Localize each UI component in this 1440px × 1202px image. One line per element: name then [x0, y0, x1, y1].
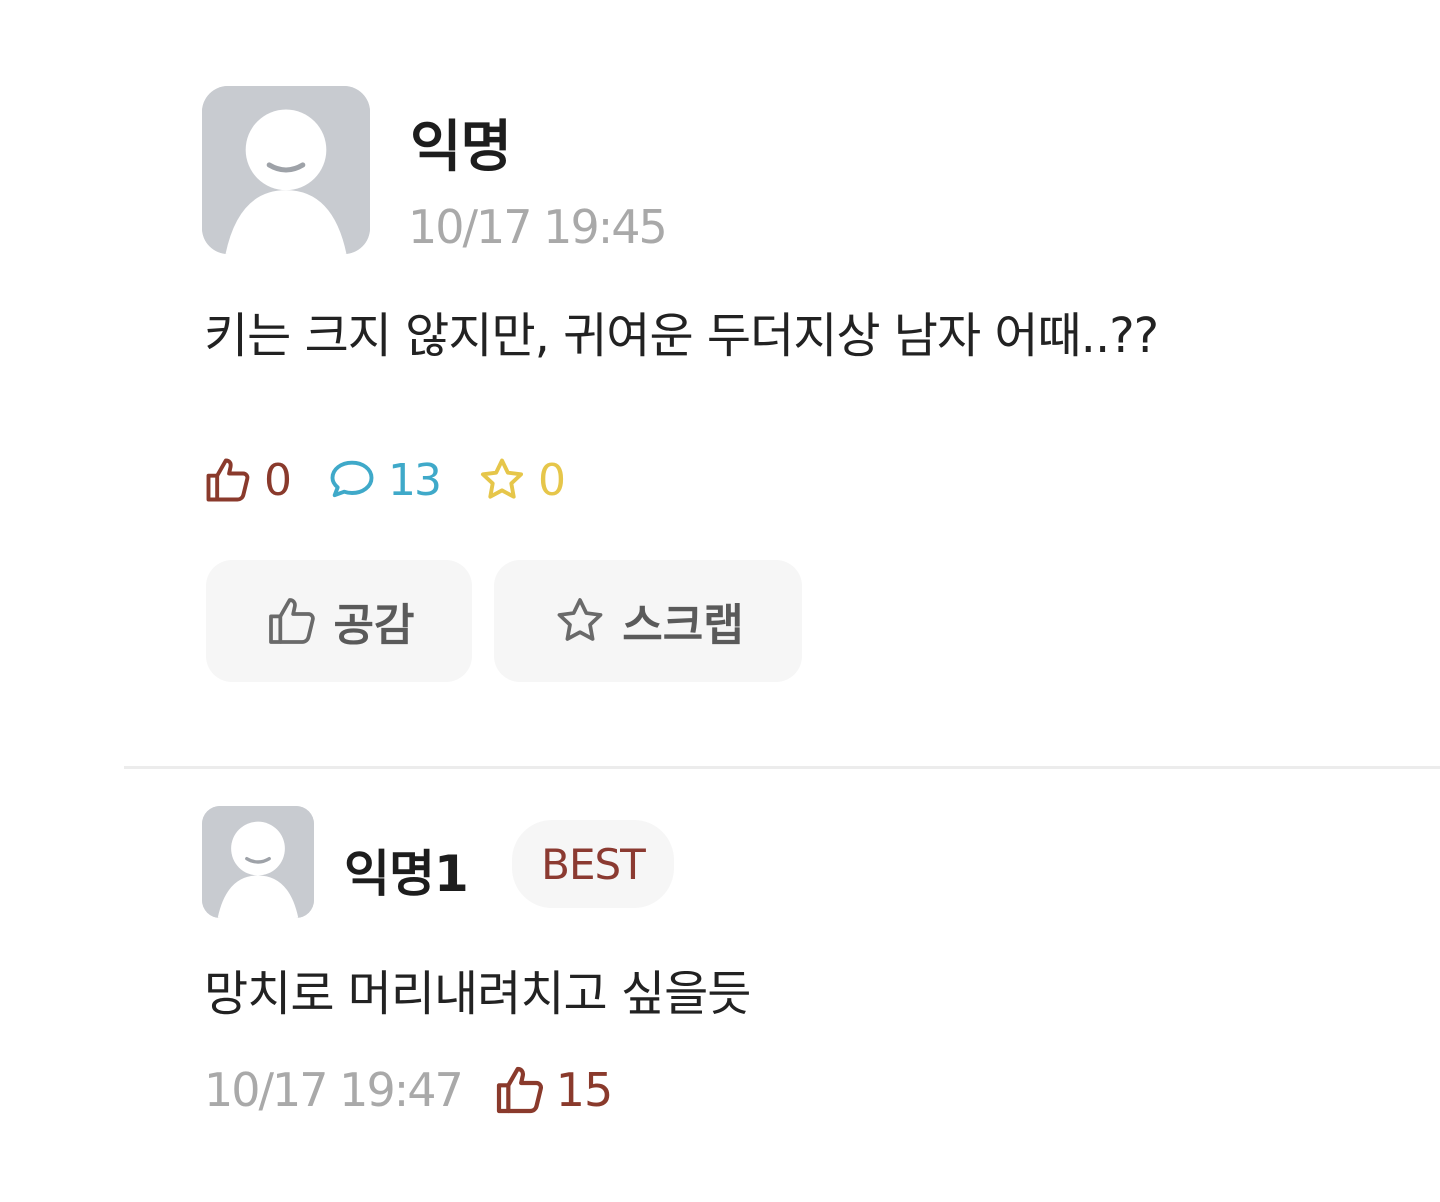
comment-body: 망치로 머리내려치고 싶을듯 — [204, 966, 751, 1022]
speech-bubble-icon — [330, 460, 374, 498]
post-stats: 0 13 0 — [202, 452, 600, 508]
scrap-button-label: 스크랩 — [622, 600, 744, 651]
scrap-button[interactable]: 스크랩 — [494, 560, 802, 682]
post-body: 키는 크지 않지만, 귀여운 두더지상 남자 어때..?? — [204, 308, 1159, 364]
star-icon — [480, 458, 524, 499]
like-count-stat: 0 — [202, 454, 292, 506]
comment-like-button[interactable]: 15 — [492, 1062, 613, 1118]
like-count: 0 — [264, 454, 292, 506]
star-icon — [557, 598, 603, 641]
comment-count: 13 — [388, 454, 442, 506]
comment-meta: 10/17 19:47 15 — [204, 1060, 613, 1120]
comment-count-stat: 13 — [326, 454, 442, 506]
thumbs-up-icon — [268, 598, 315, 644]
comment-author-name[interactable]: 익명1 — [344, 834, 469, 906]
thumbs-up-icon — [496, 1066, 543, 1114]
like-button[interactable]: 공감 — [206, 560, 472, 682]
divider — [124, 766, 1440, 769]
default-avatar-icon — [202, 86, 370, 254]
post-author-name[interactable]: 익명 — [410, 102, 512, 183]
like-button-label: 공감 — [333, 600, 415, 651]
scrap-count: 0 — [538, 454, 566, 506]
author-avatar[interactable] — [202, 86, 370, 254]
comment-author-avatar[interactable] — [202, 806, 314, 918]
best-badge: BEST — [512, 820, 674, 908]
comment-like-count: 15 — [555, 1063, 614, 1117]
post-timestamp: 10/17 19:45 — [408, 200, 668, 254]
default-avatar-icon — [202, 806, 314, 918]
comment-timestamp: 10/17 19:47 — [204, 1063, 464, 1117]
thumbs-up-icon — [206, 458, 250, 502]
scrap-count-stat: 0 — [476, 454, 566, 506]
